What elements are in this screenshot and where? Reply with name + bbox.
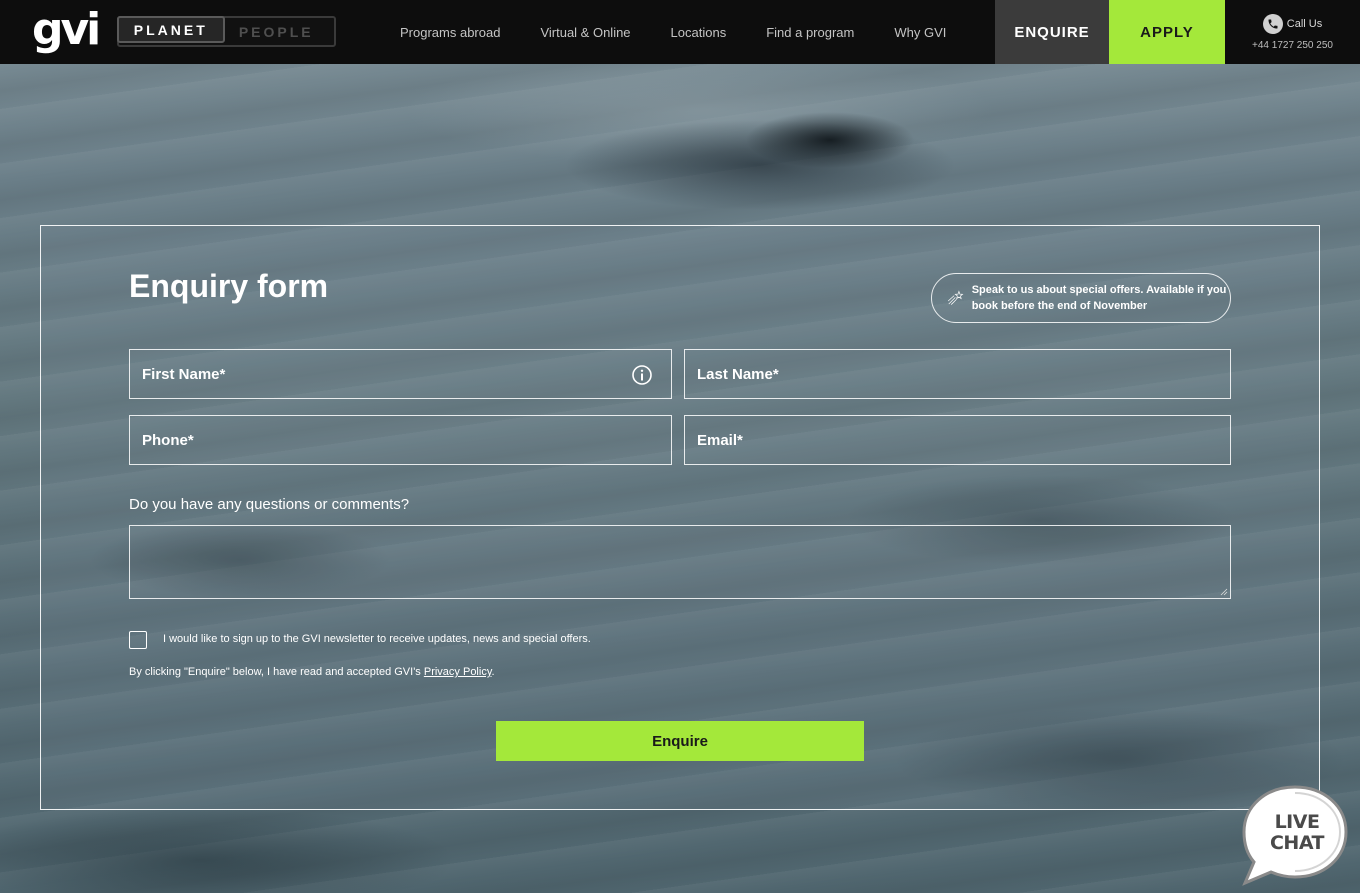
- privacy-notice: By clicking "Enquire" below, I have read…: [129, 666, 495, 678]
- privacy-prefix: By clicking "Enquire" below, I have read…: [129, 666, 424, 678]
- comments-label: Do you have any questions or comments?: [129, 496, 410, 513]
- last-name-placeholder: Last Name*: [697, 365, 779, 383]
- resize-handle-icon[interactable]: [1220, 588, 1228, 596]
- site-header: gvi PLANET PEOPLE Programs abroad Virtua…: [0, 0, 1360, 64]
- call-us-label: Call Us: [1286, 17, 1323, 30]
- email-field[interactable]: Email*: [684, 415, 1231, 465]
- call-us[interactable]: Call Us +44 1727 250 250: [1225, 0, 1360, 64]
- special-offer-text: Speak to us about special offers. Availa…: [971, 284, 1227, 312]
- main-nav: Programs abroad Virtual & Online Locatio…: [380, 0, 966, 64]
- call-number[interactable]: +44 1727 250 250: [1252, 40, 1333, 51]
- nav-virtual-online[interactable]: Virtual & Online: [540, 25, 630, 40]
- nav-locations[interactable]: Locations: [671, 25, 727, 40]
- phone-field[interactable]: Phone*: [129, 415, 672, 465]
- phone-placeholder: Phone*: [142, 431, 194, 449]
- newsletter-label: I would like to sign up to the GVI newsl…: [163, 633, 591, 645]
- gvi-logo[interactable]: gvi: [32, 8, 101, 52]
- newsletter-checkbox[interactable]: [129, 631, 147, 649]
- form-title: Enquiry form: [129, 268, 329, 304]
- last-name-field[interactable]: Last Name*: [684, 349, 1231, 399]
- privacy-policy-link[interactable]: Privacy Policy: [424, 666, 492, 678]
- comments-textarea[interactable]: [129, 525, 1231, 599]
- first-name-placeholder: First Name*: [142, 365, 226, 383]
- nav-why-gvi[interactable]: Why GVI: [894, 25, 946, 40]
- nav-find-a-program[interactable]: Find a program: [766, 25, 854, 40]
- planet-people-toggle[interactable]: PLANET PEOPLE: [117, 16, 336, 47]
- toggle-people[interactable]: PEOPLE: [223, 18, 331, 45]
- phone-icon: [1262, 13, 1283, 34]
- shooting-star-icon: [947, 290, 964, 305]
- live-chat-line2: CHAT: [1269, 832, 1325, 854]
- privacy-suffix: .: [491, 666, 495, 678]
- header-apply-button[interactable]: APPLY: [1109, 0, 1225, 64]
- live-chat-label[interactable]: LIVE CHAT: [1258, 812, 1336, 854]
- live-chat-line1: LIVE: [1274, 811, 1320, 833]
- header-enquire-button[interactable]: ENQUIRE: [995, 0, 1109, 64]
- info-icon[interactable]: [631, 364, 653, 386]
- enquire-submit-button[interactable]: Enquire: [496, 721, 864, 761]
- nav-programs-abroad[interactable]: Programs abroad: [400, 25, 500, 40]
- special-offer-badge: Speak to us about special offers. Availa…: [931, 273, 1231, 323]
- email-placeholder: Email*: [697, 431, 743, 449]
- first-name-field[interactable]: First Name*: [129, 349, 672, 399]
- toggle-planet[interactable]: PLANET: [117, 16, 225, 43]
